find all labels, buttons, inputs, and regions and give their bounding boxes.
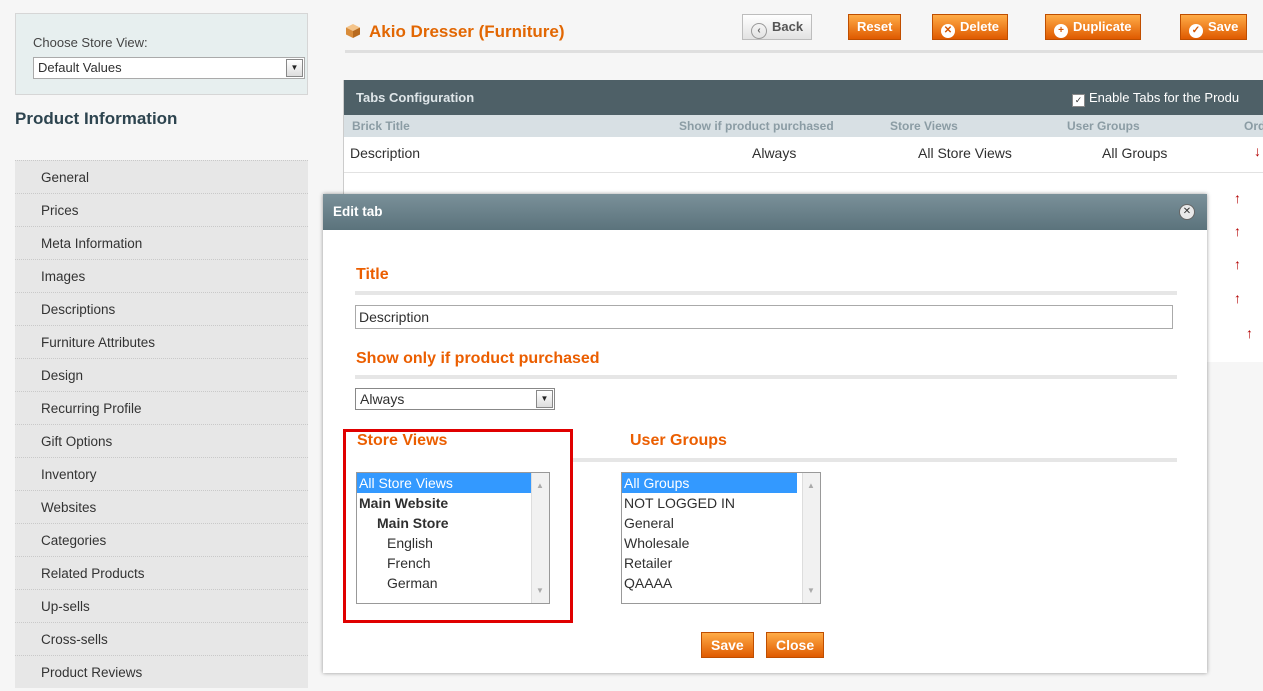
back-button[interactable]: ‹ Back xyxy=(742,14,813,40)
sidebar-item-gift-options[interactable]: Gift Options xyxy=(15,424,308,457)
sidebar-item-up-sells[interactable]: Up-sells xyxy=(15,589,308,622)
enable-tabs-checkbox[interactable]: ✓ Enable Tabs for the Produ xyxy=(1072,80,1239,115)
dialog-save-label: Save xyxy=(711,637,744,653)
section-divider xyxy=(573,458,1177,462)
save-button[interactable]: ✓ Save xyxy=(1180,14,1248,40)
row-store-views: All Store Views xyxy=(918,145,1012,161)
list-item[interactable]: Wholesale xyxy=(622,533,820,553)
store-view-select[interactable]: Default Values ▼ xyxy=(33,57,305,79)
scrollbar[interactable]: ▲ ▼ xyxy=(802,473,820,603)
arrow-up-icon[interactable]: ↑ xyxy=(1246,325,1253,341)
sidebar-item-images[interactable]: Images xyxy=(15,259,308,292)
list-item[interactable]: All Groups xyxy=(622,473,797,493)
title-label: Title xyxy=(356,266,389,283)
dialog-close-button[interactable]: Close xyxy=(766,632,825,658)
row-user-groups: All Groups xyxy=(1102,145,1168,161)
sidebar-item-related-products[interactable]: Related Products xyxy=(15,556,308,589)
product-cube-icon xyxy=(346,24,360,38)
sidebar-item-cross-sells[interactable]: Cross-sells xyxy=(15,622,308,655)
arrow-down-icon[interactable]: ↓ xyxy=(1254,143,1261,159)
sidebar-item-recurring-profile[interactable]: Recurring Profile xyxy=(15,391,308,424)
sidebar-item-furniture-attributes[interactable]: Furniture Attributes xyxy=(15,325,308,358)
delete-label: Delete xyxy=(960,19,1000,34)
dialog-header: Edit tab xyxy=(323,194,1207,230)
store-view-label: Choose Store View: xyxy=(33,35,148,50)
user-groups-listbox[interactable]: All Groups NOT LOGGED IN General Wholesa… xyxy=(621,472,821,604)
arrow-up-icon[interactable]: ↑ xyxy=(1234,290,1241,306)
enable-tabs-label: Enable Tabs for the Produ xyxy=(1089,90,1240,105)
sidebar-item-websites[interactable]: Websites xyxy=(15,490,308,523)
sidebar-item-meta[interactable]: Meta Information xyxy=(15,226,308,259)
page-title-text: Akio Dresser (Furniture) xyxy=(369,22,565,41)
title-input[interactable]: Description xyxy=(355,305,1173,329)
tabs-config-title: Tabs Configuration xyxy=(356,90,475,105)
col-order[interactable]: Ord xyxy=(1244,119,1263,133)
list-item[interactable]: Retailer xyxy=(622,553,820,573)
section-divider xyxy=(355,375,1177,379)
sidebar-item-inventory[interactable]: Inventory xyxy=(15,457,308,490)
store-views-highlight xyxy=(343,429,573,623)
col-show-if-purchased[interactable]: Show if product purchased xyxy=(679,119,834,133)
arrow-up-icon[interactable]: ↑ xyxy=(1234,223,1241,239)
list-item[interactable]: General xyxy=(622,513,820,533)
chevron-down-icon[interactable]: ▼ xyxy=(286,59,303,77)
page-title: Akio Dresser (Furniture) xyxy=(345,22,565,42)
row-purchased: Always xyxy=(752,145,797,161)
tabs-column-headers: Brick Title Show if product purchased St… xyxy=(344,115,1263,137)
sidebar: Choose Store View: Default Values ▼ Prod… xyxy=(15,13,308,691)
chevron-down-icon[interactable]: ▼ xyxy=(536,390,553,408)
col-brick-title[interactable]: Brick Title xyxy=(352,119,410,133)
scroll-down-icon[interactable]: ▼ xyxy=(807,586,815,595)
section-divider xyxy=(355,291,1177,295)
reset-label: Reset xyxy=(857,19,893,34)
plus-icon: + xyxy=(1054,24,1068,38)
checkbox-checked-icon[interactable]: ✓ xyxy=(1072,94,1085,107)
product-tabs-nav: General Prices Meta Information Images D… xyxy=(15,160,308,688)
save-label: Save xyxy=(1208,19,1239,34)
check-icon: ✓ xyxy=(1189,24,1203,38)
col-user-groups[interactable]: User Groups xyxy=(1067,119,1140,133)
store-switcher: Choose Store View: Default Values ▼ xyxy=(15,13,308,95)
edit-tab-dialog: Edit tab ✕ Title Description Show only i… xyxy=(323,194,1207,673)
reset-button[interactable]: Reset xyxy=(848,14,902,40)
purchased-select-value: Always xyxy=(360,391,405,407)
duplicate-label: Duplicate xyxy=(1073,19,1132,34)
sidebar-item-design[interactable]: Design xyxy=(15,358,308,391)
sidebar-item-general[interactable]: General xyxy=(15,160,308,193)
sidebar-title: Product Information xyxy=(15,109,178,128)
dialog-title: Edit tab xyxy=(333,204,383,219)
back-label: Back xyxy=(772,19,804,34)
close-icon[interactable]: ✕ xyxy=(1179,204,1195,220)
arrow-up-icon[interactable]: ↑ xyxy=(1234,190,1241,206)
purchased-select[interactable]: Always ▼ xyxy=(355,388,555,410)
list-item[interactable]: QAAAA xyxy=(622,573,820,593)
back-icon: ‹ xyxy=(751,23,767,39)
delete-icon: ✕ xyxy=(941,24,955,38)
purchased-label: Show only if product purchased xyxy=(356,350,600,367)
store-view-value: Default Values xyxy=(38,60,122,75)
arrow-up-icon[interactable]: ↑ xyxy=(1234,256,1241,272)
header-divider xyxy=(345,50,1263,53)
tabs-config-header: Tabs Configuration ✓ Enable Tabs for the … xyxy=(344,80,1263,115)
dialog-close-label: Close xyxy=(776,637,815,653)
sidebar-item-product-reviews[interactable]: Product Reviews xyxy=(15,655,308,688)
sidebar-item-categories[interactable]: Categories xyxy=(15,523,308,556)
sidebar-item-prices[interactable]: Prices xyxy=(15,193,308,226)
user-groups-label: User Groups xyxy=(630,432,727,449)
dialog-save-button[interactable]: Save xyxy=(701,632,754,658)
delete-button[interactable]: ✕ Delete xyxy=(932,14,1009,40)
title-input-value: Description xyxy=(359,309,430,325)
table-row[interactable]: Description Always All Store Views All G… xyxy=(344,137,1263,173)
list-item[interactable]: NOT LOGGED IN xyxy=(622,493,820,513)
row-brick-title: Description xyxy=(350,145,421,161)
sidebar-item-descriptions[interactable]: Descriptions xyxy=(15,292,308,325)
duplicate-button[interactable]: + Duplicate xyxy=(1045,14,1141,40)
col-store-views[interactable]: Store Views xyxy=(890,119,958,133)
scroll-up-icon[interactable]: ▲ xyxy=(807,481,815,490)
